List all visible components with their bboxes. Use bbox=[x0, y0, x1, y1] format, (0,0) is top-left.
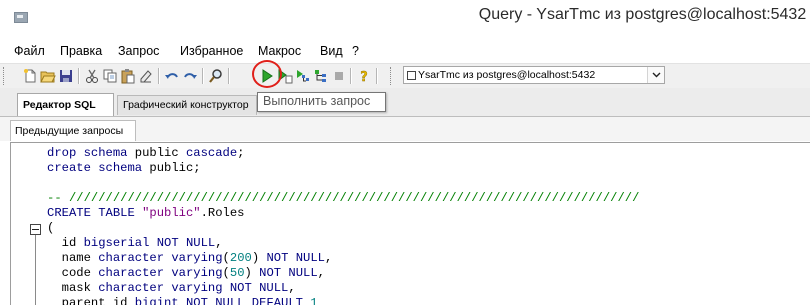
tab-sql-editor[interactable]: Редактор SQL bbox=[17, 93, 114, 116]
explain-icon[interactable] bbox=[295, 68, 311, 84]
save-icon[interactable] bbox=[58, 68, 74, 84]
paste-icon[interactable] bbox=[120, 68, 136, 84]
editor-tabs: Редактор SQL Графический конструктор bbox=[0, 88, 810, 117]
connection-checkbox-icon bbox=[407, 71, 416, 80]
toolbar-separator bbox=[228, 68, 230, 84]
svg-text:?: ? bbox=[360, 70, 368, 84]
menu-query[interactable]: Запрос bbox=[118, 44, 159, 58]
menu-view[interactable]: Вид bbox=[320, 44, 343, 58]
fold-line bbox=[35, 235, 36, 305]
code-line: CREATE TABLE "public".Roles bbox=[47, 206, 245, 220]
menu-favorites[interactable]: Избранное bbox=[180, 44, 243, 58]
redo-icon[interactable] bbox=[182, 68, 198, 84]
code-line: mask character varying NOT NULL, bbox=[47, 281, 296, 295]
clear-icon[interactable] bbox=[138, 68, 154, 84]
toolbar-separator bbox=[202, 68, 204, 84]
app-icon bbox=[14, 12, 28, 23]
cut-icon[interactable] bbox=[84, 68, 100, 84]
tab-graphic-designer[interactable]: Графический конструктор bbox=[117, 95, 257, 115]
stop-icon[interactable] bbox=[331, 68, 347, 84]
menu-file[interactable]: Файл bbox=[14, 44, 45, 58]
code-line: create schema public; bbox=[47, 161, 201, 175]
open-icon[interactable] bbox=[40, 68, 56, 84]
toolbar-separator bbox=[376, 68, 378, 84]
copy-icon[interactable] bbox=[102, 68, 118, 84]
toolbar-grip[interactable] bbox=[3, 67, 6, 85]
window-title: Query - YsarTmc из postgres@localhost:54… bbox=[478, 6, 810, 23]
new-icon[interactable] bbox=[22, 68, 38, 84]
connection-select[interactable]: YsarTmc из postgres@localhost:5432 bbox=[403, 66, 665, 84]
sql-editor[interactable]: drop schema public cascade; create schem… bbox=[10, 142, 810, 305]
code-line: ( bbox=[47, 221, 55, 235]
find-icon[interactable] bbox=[208, 68, 224, 84]
previous-queries-bar: Предыдущие запросы bbox=[0, 117, 810, 141]
title-bar: Query - YsarTmc из postgres@localhost:54… bbox=[0, 0, 810, 34]
menu-bar: Файл Правка Запрос Избранное Макрос Вид … bbox=[0, 44, 810, 62]
explain-analyze-icon[interactable] bbox=[313, 68, 329, 84]
connection-label: YsarTmc из postgres@localhost:5432 bbox=[418, 69, 596, 81]
menu-macros[interactable]: Макрос bbox=[258, 44, 301, 58]
code-line: id bigserial NOT NULL, bbox=[47, 236, 223, 250]
code-line: drop schema public cascade; bbox=[47, 146, 245, 160]
undo-icon[interactable] bbox=[164, 68, 180, 84]
menu-help[interactable]: ? bbox=[352, 44, 359, 58]
toolbar-grip[interactable] bbox=[390, 67, 393, 85]
code-comment-line: -- /////////////////////////////////////… bbox=[47, 191, 640, 205]
highlight-circle bbox=[252, 60, 282, 88]
previous-queries-dropdown[interactable]: Предыдущие запросы bbox=[10, 120, 136, 141]
code-line: name character varying(200) NOT NULL, bbox=[47, 251, 333, 265]
menu-edit[interactable]: Правка bbox=[60, 44, 102, 58]
code-line: code character varying(50) NOT NULL, bbox=[47, 266, 325, 280]
toolbar-separator bbox=[158, 68, 160, 84]
toolbar-separator bbox=[78, 68, 80, 84]
toolbar-separator bbox=[350, 68, 352, 84]
help-icon[interactable]: ? bbox=[356, 68, 372, 84]
execute-tooltip: Выполнить запрос bbox=[257, 92, 386, 112]
chevron-down-icon[interactable] bbox=[647, 67, 664, 83]
fold-collapse-icon[interactable] bbox=[30, 224, 41, 235]
